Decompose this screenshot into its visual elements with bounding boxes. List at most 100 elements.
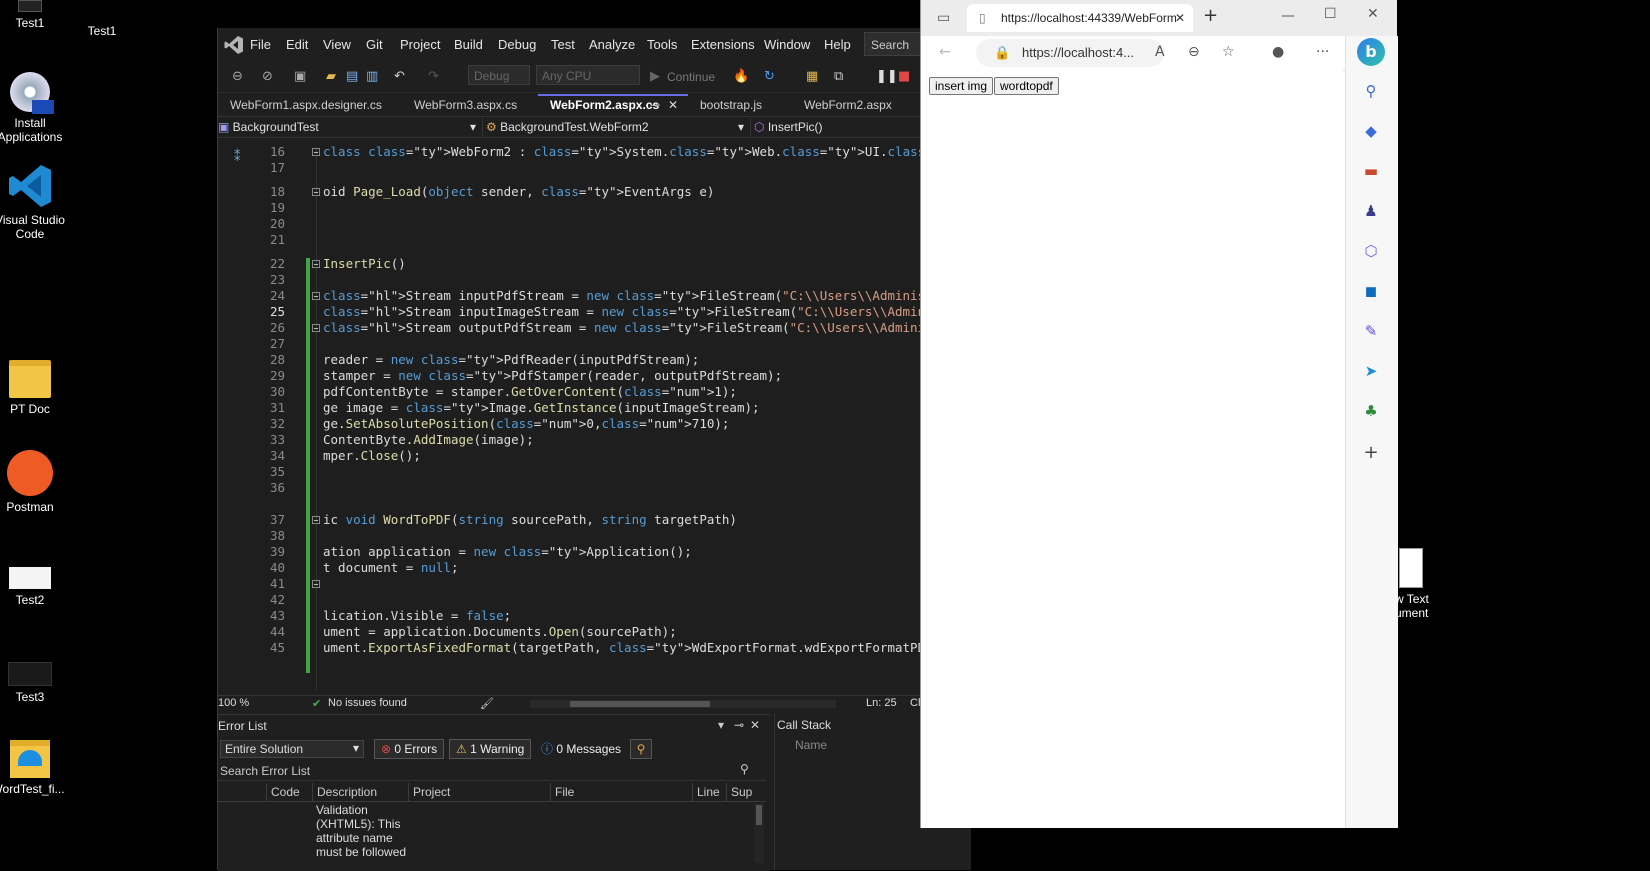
- close-tab-icon[interactable]: ✕: [668, 96, 678, 115]
- open-folder-icon[interactable]: ▰: [326, 68, 336, 86]
- pin-panel-icon[interactable]: ⊸: [734, 718, 744, 732]
- menu-window[interactable]: Window: [764, 37, 810, 52]
- tab-bootstrap-js[interactable]: bootstrap.js: [688, 94, 792, 116]
- code-line[interactable]: 30 pdfContentByte = stamper.GetOverConten…: [218, 384, 970, 400]
- desktop-icon-new-text-document[interactable]: w Text ument: [1395, 548, 1435, 620]
- microsoft-365-icon[interactable]: ⬡: [1362, 242, 1380, 260]
- code-line[interactable]: 22 InsertPic(): [218, 256, 970, 272]
- designer-icon[interactable]: ✎: [1362, 322, 1380, 340]
- scope-select[interactable]: Entire Solution ▾: [220, 740, 364, 758]
- column-code[interactable]: Code: [266, 783, 312, 801]
- tab-webform1-designer[interactable]: WebForm1.aspx.designer.cs: [218, 94, 398, 116]
- undo-icon[interactable]: ↶: [394, 68, 405, 86]
- back-arrow-icon[interactable]: ←: [939, 44, 951, 60]
- code-line[interactable]: 31 ge image = class="ty">Image.GetInstanc…: [218, 400, 970, 416]
- column-name[interactable]: Name: [795, 738, 827, 752]
- code-editor[interactable]: ⁑ 16 class class="ty">WebForm2 : class="t…: [218, 138, 970, 693]
- code-line[interactable]: 33 ContentByte.AddImage(image);: [218, 432, 970, 448]
- column-file[interactable]: File: [550, 783, 692, 801]
- pause-icon[interactable]: ❚❚: [876, 68, 898, 86]
- collapse-toggle-icon[interactable]: [312, 324, 320, 332]
- menu-debug[interactable]: Debug: [498, 37, 536, 52]
- menu-project[interactable]: Project: [400, 37, 440, 52]
- collapse-toggle-icon[interactable]: [312, 260, 320, 268]
- add-favorite-icon[interactable]: ☆: [1222, 44, 1235, 60]
- error-search-box[interactable]: Search Error List ⚲: [218, 762, 766, 781]
- warnings-filter-button[interactable]: ⚠ 1 Warning: [449, 739, 532, 759]
- desktop-icon-test1-a[interactable]: Test1: [0, 0, 65, 30]
- collapse-toggle-icon[interactable]: [312, 580, 320, 588]
- zoom-level[interactable]: 100 %: [218, 697, 249, 709]
- vertical-scrollbar[interactable]: [754, 803, 764, 863]
- code-line[interactable]: 37 ic void WordToPDF(string sourcePath, s…: [218, 512, 970, 528]
- desktop-icon-vscode[interactable]: Visual Studio Code: [0, 163, 65, 241]
- tools-briefcase-icon[interactable]: ▬: [1362, 162, 1380, 180]
- code-line[interactable]: 36: [218, 480, 970, 496]
- desktop-icon-test2[interactable]: Test2: [0, 567, 65, 607]
- column-description[interactable]: Description: [312, 783, 408, 801]
- collapse-toggle-icon[interactable]: [312, 148, 320, 156]
- tab-webform2-cs[interactable]: WebForm2.aspx.cs ⊸ ✕: [538, 94, 688, 116]
- code-line[interactable]: 17: [218, 160, 970, 176]
- build-intellisense-filter-button[interactable]: ⚲: [630, 739, 652, 759]
- save-all-icon[interactable]: ▥: [366, 68, 378, 86]
- menu-tools[interactable]: Tools: [647, 37, 677, 52]
- redo-icon[interactable]: ↷: [428, 68, 439, 86]
- errors-filter-button[interactable]: ⊗ 0 Errors: [374, 739, 445, 759]
- menu-build[interactable]: Build: [454, 37, 483, 52]
- tree-icon[interactable]: ♣: [1362, 402, 1380, 420]
- code-line[interactable]: 40 t document = null;: [218, 560, 970, 576]
- code-line[interactable]: 25 class="hl">Stream inputImageStream = n…: [218, 304, 970, 320]
- code-line[interactable]: 39 ation application = new class="ty">App…: [218, 544, 970, 560]
- search-icon[interactable]: ⚲: [1362, 82, 1380, 100]
- code-line[interactable]: 29 stamper = new class="ty">PdfStamper(re…: [218, 368, 970, 384]
- desktop-icon-wordtest[interactable]: WordTest_fi...: [0, 740, 65, 796]
- code-line[interactable]: 45 ument.ExportAsFixedFormat(targetPath, …: [218, 640, 970, 656]
- close-tab-icon[interactable]: ✕: [1175, 4, 1185, 32]
- menu-git[interactable]: Git: [366, 37, 383, 52]
- continue-button[interactable]: Continue: [667, 68, 715, 86]
- code-line[interactable]: 23: [218, 272, 970, 288]
- code-line[interactable]: 34 mper.Close();: [218, 448, 970, 464]
- desktop-icon-pt-doc[interactable]: PT Doc: [0, 360, 65, 416]
- save-icon[interactable]: ▤: [346, 68, 358, 86]
- tab-actions-icon[interactable]: ▭: [937, 10, 950, 26]
- games-icon[interactable]: ♟: [1362, 202, 1380, 220]
- stop-icon[interactable]: ■: [898, 68, 910, 86]
- maximize-icon[interactable]: ☐: [1324, 6, 1337, 22]
- code-line[interactable]: 20: [218, 216, 970, 232]
- code-line[interactable]: 44 ument = application.Documents.Open(sou…: [218, 624, 970, 640]
- code-line[interactable]: 18 oid Page_Load(object sender, class="ty…: [218, 184, 970, 200]
- code-line[interactable]: 41: [218, 576, 970, 592]
- code-line[interactable]: 35: [218, 464, 970, 480]
- desktop-icon-test1-b[interactable]: Test1: [67, 10, 137, 38]
- solution-configuration-select[interactable]: Debug: [468, 65, 530, 85]
- new-tab-icon[interactable]: +: [1203, 7, 1218, 25]
- issues-status[interactable]: No issues found: [328, 697, 407, 709]
- refresh-icon[interactable]: ↻: [764, 68, 775, 86]
- back-nav-icon[interactable]: ⊖: [232, 68, 243, 86]
- url-field[interactable]: 🔒 https://localhost:4...: [976, 39, 1164, 67]
- profile-icon[interactable]: ●: [1272, 44, 1284, 60]
- more-options-icon[interactable]: ···: [1316, 44, 1329, 60]
- tab-webform2-aspx[interactable]: WebForm2.aspx: [792, 94, 932, 116]
- forward-nav-icon[interactable]: ⊘: [262, 68, 273, 86]
- messages-filter-button[interactable]: ⓘ 0 Messages: [534, 739, 628, 759]
- collapse-toggle-icon[interactable]: [312, 516, 320, 524]
- panel-dropdown-icon[interactable]: ▾: [718, 718, 724, 732]
- column-project[interactable]: Project: [408, 783, 550, 801]
- code-line[interactable]: 38: [218, 528, 970, 544]
- cleanup-brush-icon[interactable]: 🖌: [480, 697, 494, 710]
- collapse-toggle-icon[interactable]: [312, 188, 320, 196]
- column-line[interactable]: Line: [692, 783, 726, 801]
- minimize-icon[interactable]: —: [1281, 8, 1295, 24]
- menu-edit[interactable]: Edit: [286, 37, 308, 52]
- menu-analyze[interactable]: Analyze: [589, 37, 635, 52]
- send-icon[interactable]: ➤: [1362, 362, 1380, 380]
- code-line[interactable]: 19: [218, 200, 970, 216]
- browser-tab[interactable]: ▯ https://localhost:44339/WebForm ✕: [967, 4, 1193, 32]
- table-row[interactable]: Validation (XHTML5): This attribute name…: [218, 803, 754, 863]
- menu-file[interactable]: File: [250, 37, 271, 52]
- bing-chat-icon[interactable]: b: [1357, 38, 1385, 66]
- code-line[interactable]: 16 class class="ty">WebForm2 : class="ty"…: [218, 144, 970, 160]
